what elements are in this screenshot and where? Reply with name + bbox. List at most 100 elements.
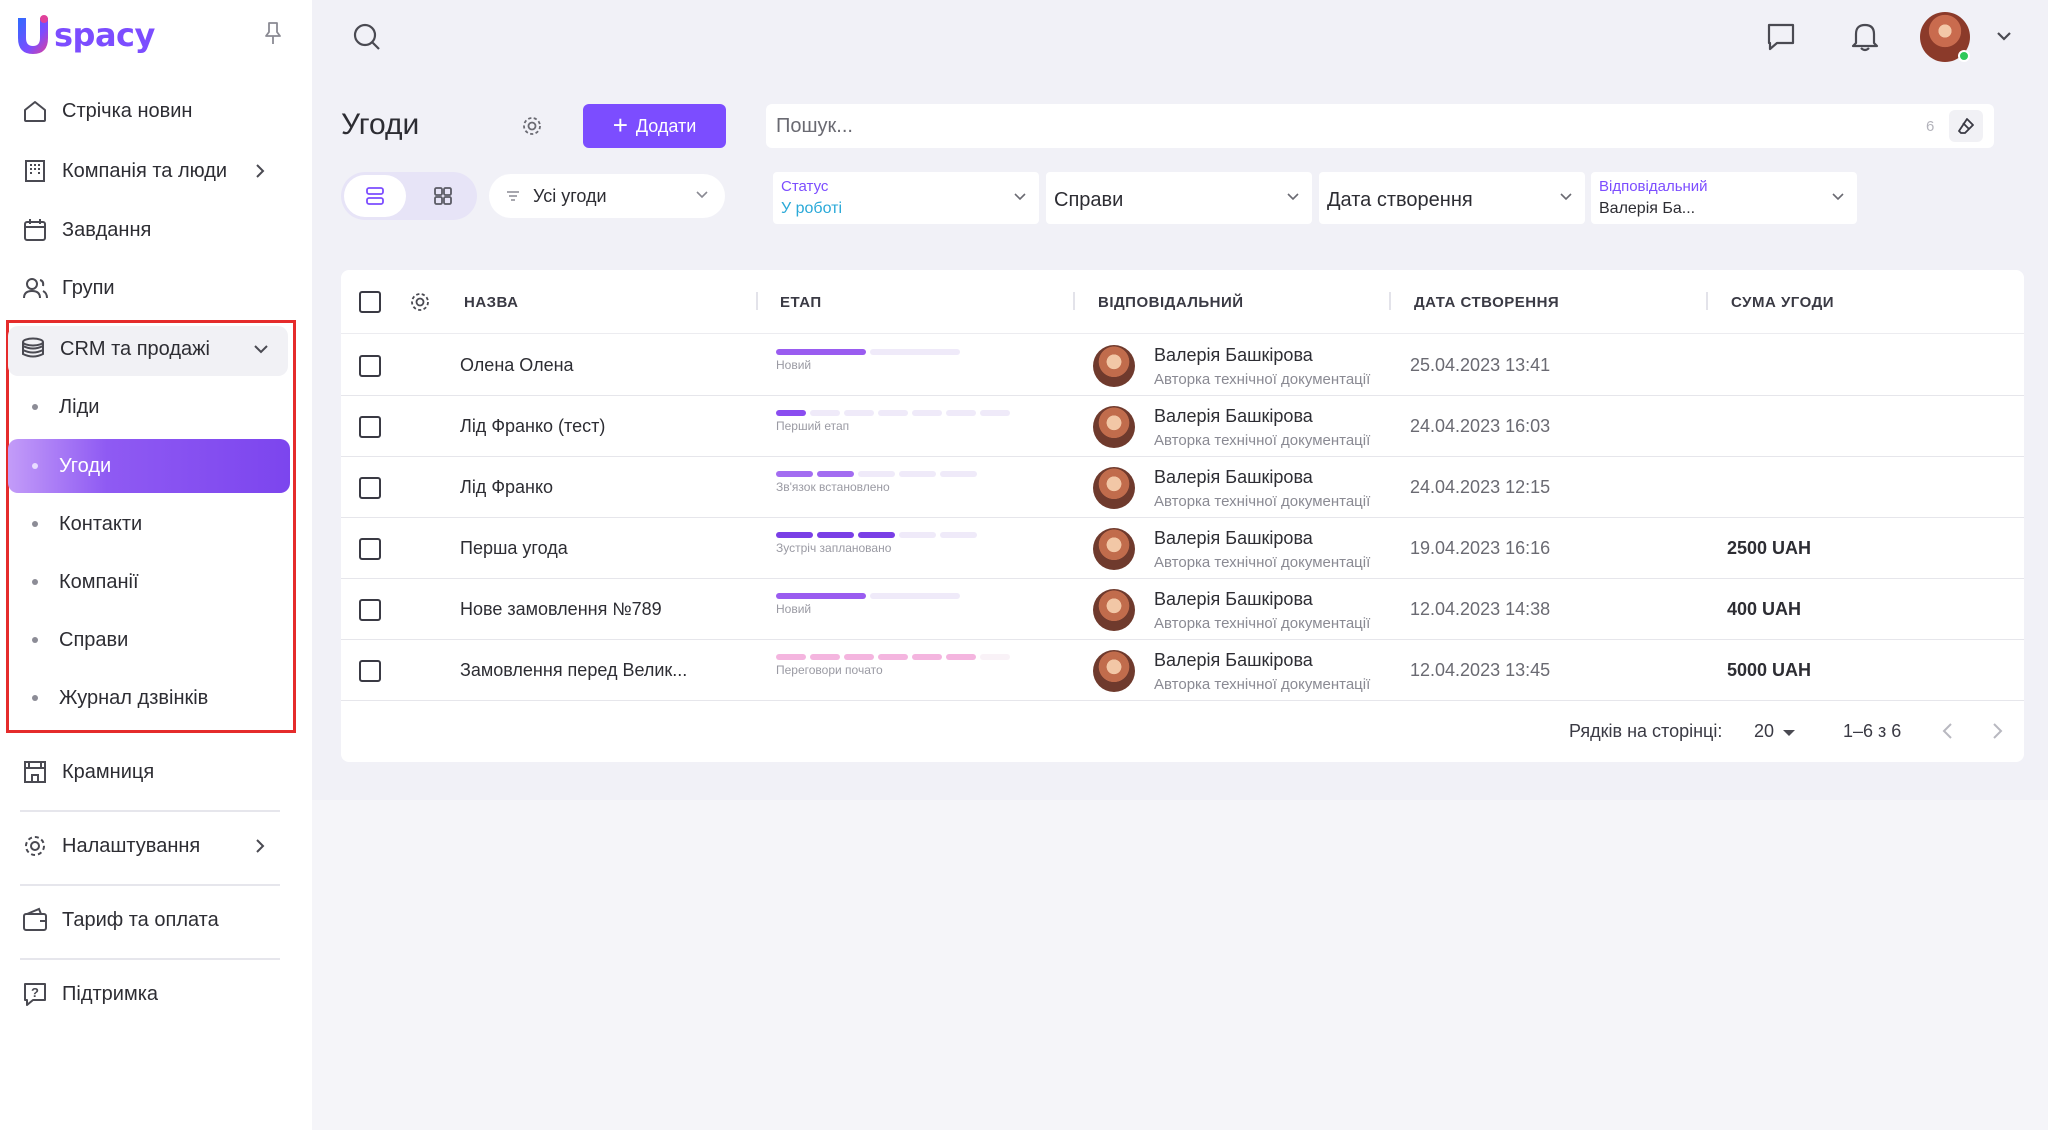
column-divider[interactable] (1706, 292, 1708, 310)
chevron-down-icon[interactable] (252, 341, 270, 357)
settings-gear-icon[interactable] (520, 114, 544, 138)
prev-page-icon[interactable] (1941, 722, 1955, 740)
deal-name[interactable]: Лід Франко (тест) (460, 416, 605, 437)
column-header-sum[interactable]: СУМА УГОДИ (1731, 294, 1834, 311)
sidebar-sub-companies[interactable]: Компанії (8, 555, 290, 609)
grid-view-icon (434, 187, 452, 205)
responsible-role: Авторка технічної документації (1154, 371, 1371, 388)
responsible-name[interactable]: Валерія Башкірова (1154, 589, 1313, 610)
stage-label: Новий (776, 602, 812, 616)
responsible-filter[interactable]: Відповідальний Валерія Ба... (1591, 172, 1857, 224)
deal-name[interactable]: Олена Олена (460, 355, 574, 376)
responsible-name[interactable]: Валерія Башкірова (1154, 650, 1313, 671)
chevron-right-icon[interactable] (252, 163, 268, 179)
pin-icon[interactable] (262, 20, 284, 46)
sidebar-item-settings[interactable]: Налаштування (20, 828, 200, 864)
rows-per-page-select[interactable]: 20 (1754, 721, 1774, 742)
sidebar-item-groups[interactable]: Групи (20, 270, 115, 306)
search-icon[interactable] (352, 22, 382, 52)
table-row[interactable]: Олена Олена Новий Валерія Башкірова Авто… (341, 335, 2024, 396)
sidebar-sub-label: Ліди (59, 395, 100, 418)
list-view-button[interactable] (344, 175, 406, 217)
avatar (1093, 589, 1135, 631)
sidebar: spacy Стрічка новин Компанія та люди Зав… (0, 0, 312, 1130)
sidebar-item-support[interactable]: ? Підтримка (20, 976, 158, 1012)
stage-progress: Новий (776, 349, 960, 372)
column-settings-icon[interactable] (408, 290, 432, 314)
responsible-name[interactable]: Валерія Башкірова (1154, 406, 1313, 427)
sidebar-item-news[interactable]: Стрічка новин (20, 93, 192, 129)
responsible-name[interactable]: Валерія Башкірова (1154, 345, 1313, 366)
column-header-stage[interactable]: ЕТАП (780, 294, 822, 311)
sidebar-sub-contacts[interactable]: Контакти (8, 497, 290, 551)
column-header-responsible[interactable]: ВІДПОВІДАЛЬНИЙ (1098, 294, 1244, 311)
responsible-role: Авторка технічної документації (1154, 432, 1371, 449)
kanban-view-button[interactable] (412, 175, 474, 217)
filter-value: Справи (1054, 189, 1124, 211)
pagination-range: 1–6 з 6 (1843, 721, 1902, 741)
sidebar-sub-deals[interactable]: Угоди (8, 439, 290, 493)
sidebar-item-billing[interactable]: Тариф та оплата (20, 902, 219, 938)
search-input[interactable] (776, 114, 1876, 138)
row-checkbox[interactable] (359, 416, 381, 438)
status-filter[interactable]: Статус У роботі (773, 172, 1039, 224)
deal-sum: 400 UAH (1727, 599, 1802, 619)
stage-progress: Зв'язок встановлено (776, 471, 977, 494)
responsible-name[interactable]: Валерія Башкірова (1154, 528, 1313, 549)
table-row[interactable]: Замовлення перед Велик... Переговори поч… (341, 640, 2024, 701)
column-divider[interactable] (1073, 292, 1075, 310)
rows-per-page-label: Рядків на сторінці: (1569, 721, 1723, 741)
select-all-checkbox[interactable] (359, 291, 381, 313)
table-row[interactable]: Перша угода Зустріч заплановано Валерія … (341, 518, 2024, 579)
sidebar-item-company[interactable]: Компанія та люди (20, 153, 227, 189)
bell-icon[interactable] (1850, 20, 1880, 52)
column-header-name[interactable]: НАЗВА (464, 294, 518, 311)
row-checkbox[interactable] (359, 660, 381, 682)
row-checkbox[interactable] (359, 538, 381, 560)
caret-down-icon[interactable] (1782, 729, 1796, 737)
deal-sum: 5000 UAH (1727, 660, 1812, 680)
sidebar-sub-leads[interactable]: Ліди (8, 380, 290, 434)
chevron-down-icon[interactable] (1994, 28, 2014, 44)
deal-name[interactable]: Перша угода (460, 538, 568, 559)
list-view-icon (366, 187, 384, 205)
created-date: 19.04.2023 16:16 (1410, 538, 1551, 558)
created-date-filter[interactable]: Дата створення (1319, 172, 1585, 224)
deals-filter-select[interactable]: Усі угоди (489, 174, 725, 218)
row-checkbox[interactable] (359, 599, 381, 621)
deal-name[interactable]: Замовлення перед Велик... (460, 660, 687, 681)
calendar-icon (20, 215, 50, 245)
stage-progress: Зустріч заплановано (776, 532, 977, 555)
bullet (32, 695, 38, 701)
online-status-dot (1958, 50, 1970, 62)
sidebar-item-tasks[interactable]: Завдання (20, 212, 151, 248)
sidebar-sub-calls[interactable]: Журнал дзвінків (8, 671, 290, 725)
responsible-name[interactable]: Валерія Башкірова (1154, 467, 1313, 488)
column-divider[interactable] (756, 292, 758, 310)
deal-name[interactable]: Лід Франко (460, 477, 553, 498)
deal-name[interactable]: Нове замовлення №789 (460, 599, 662, 620)
table-row[interactable]: Лід Франко (тест) Перший етап Валерія Ба… (341, 396, 2024, 457)
filter-label: Статус (781, 178, 829, 195)
avatar (1093, 528, 1135, 570)
row-checkbox[interactable] (359, 477, 381, 499)
table-header: НАЗВА ЕТАП ВІДПОВІДАЛЬНИЙ ДАТА СТВОРЕННЯ… (341, 270, 2024, 334)
clear-search-button[interactable] (1949, 110, 1983, 142)
column-divider[interactable] (1389, 292, 1391, 310)
sidebar-item-label: Компанія та люди (62, 159, 228, 182)
sidebar-item-crm-label[interactable]: CRM та продажі (18, 331, 210, 367)
next-page-icon[interactable] (1990, 722, 2004, 740)
sidebar-sub-activities[interactable]: Справи (8, 613, 290, 667)
table-row[interactable]: Лід Франко Зв'язок встановлено Валерія Б… (341, 457, 2024, 518)
add-button[interactable]: + Додати (583, 104, 726, 148)
table-row[interactable]: Нове замовлення №789 Новий Валерія Башкі… (341, 579, 2024, 640)
search-field[interactable]: 6 (766, 104, 1994, 148)
row-checkbox[interactable] (359, 355, 381, 377)
activities-filter[interactable]: Справи (1046, 172, 1312, 224)
logo[interactable]: spacy (14, 14, 155, 56)
column-header-created[interactable]: ДАТА СТВОРЕННЯ (1414, 294, 1559, 311)
chat-icon[interactable] (1766, 22, 1796, 52)
content-background (312, 800, 2048, 1130)
sidebar-item-store[interactable]: Крамниця (20, 754, 154, 790)
chevron-right-icon[interactable] (252, 838, 268, 854)
